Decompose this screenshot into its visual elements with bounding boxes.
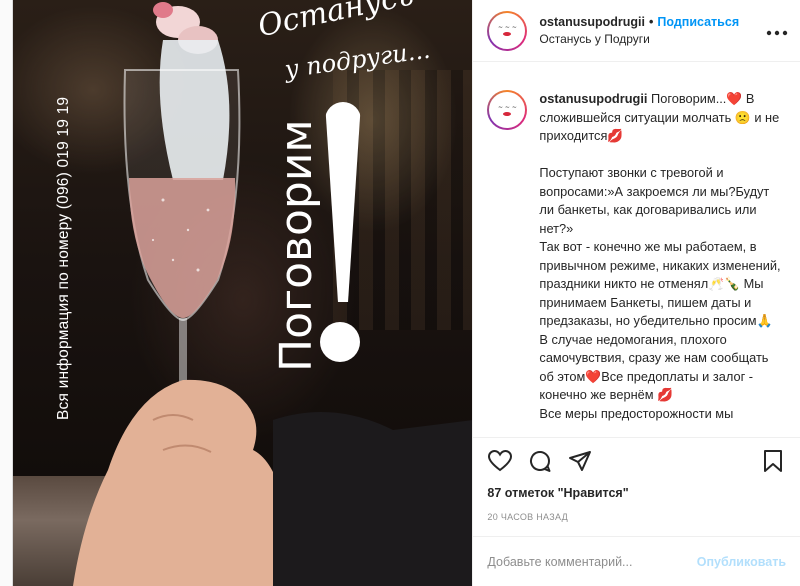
- publish-button[interactable]: Опубликовать: [697, 555, 786, 569]
- follow-button[interactable]: Подписаться: [657, 15, 739, 29]
- post-sidebar: ~ ~ ~ ostanusupodrugii • Подписаться Ост…: [472, 0, 800, 586]
- headline-text: Поговорим: [271, 119, 322, 372]
- avatar[interactable]: ~ ~ ~: [487, 10, 528, 51]
- caption-line-3: Поступают звонки с тревогой и вопросами:…: [539, 165, 770, 236]
- hand: [73, 379, 283, 586]
- post-header: ~ ~ ~ ostanusupodrugii • Подписаться Ост…: [473, 0, 800, 62]
- exclamation-dot: [320, 322, 360, 362]
- avatar-logo-mark: ~ ~ ~: [497, 24, 517, 31]
- phone-info-text: Вся информация по номеру (096) 019 19 19: [55, 96, 72, 420]
- caption-line-2: [539, 146, 784, 165]
- caption-username[interactable]: ostanusupodrugii: [539, 91, 647, 106]
- header-separator: •: [648, 15, 654, 29]
- paper-plane-icon[interactable]: [567, 448, 593, 474]
- lips-icon: [503, 111, 512, 116]
- caption-avatar-logo: ~ ~ ~: [489, 92, 526, 128]
- post-container: Останусь у подруги... Вся информация по …: [12, 0, 800, 586]
- caption-line-4: Так вот - конечно же мы работаем, в прив…: [539, 239, 781, 402]
- bookmark-icon[interactable]: [760, 448, 786, 474]
- caption-line-5: Все меры предосторожности мы: [539, 405, 734, 421]
- header-subtitle[interactable]: Останусь у Подруги: [539, 32, 766, 46]
- post-image[interactable]: Останусь у подруги... Вся информация по …: [13, 0, 473, 586]
- instagram-post-page: Останусь у подруги... Вся информация по …: [0, 0, 800, 586]
- caption-avatar[interactable]: ~ ~ ~: [487, 90, 528, 130]
- post-time[interactable]: 20 ЧАСОВ НАЗАД: [487, 512, 786, 522]
- likes-count[interactable]: 87 отметок "Нравится": [487, 486, 786, 500]
- comment-input[interactable]: [487, 554, 697, 569]
- comment-bar: Опубликовать: [473, 536, 800, 586]
- more-horizontal-icon[interactable]: [766, 20, 788, 41]
- avatar-logo: ~ ~ ~: [489, 12, 526, 49]
- caption-avatar-logo-mark: ~ ~ ~: [497, 103, 517, 111]
- header-username[interactable]: ostanusupodrugii: [539, 15, 645, 29]
- comment-icon[interactable]: [527, 448, 553, 474]
- champagne-liquid: [129, 178, 236, 318]
- sleeve: [273, 412, 473, 586]
- caption-text: ostanusupodrugii Поговорим...❤️ В сложив…: [539, 90, 784, 437]
- action-bar: 87 отметок "Нравится" 20 ЧАСОВ НАЗАД: [473, 437, 800, 536]
- champagne-glass-art: [73, 2, 473, 586]
- lips-icon: [503, 32, 512, 36]
- heart-icon[interactable]: [487, 448, 513, 474]
- caption-area: ~ ~ ~ ostanusupodrugii Поговорим...❤️ В …: [473, 62, 800, 437]
